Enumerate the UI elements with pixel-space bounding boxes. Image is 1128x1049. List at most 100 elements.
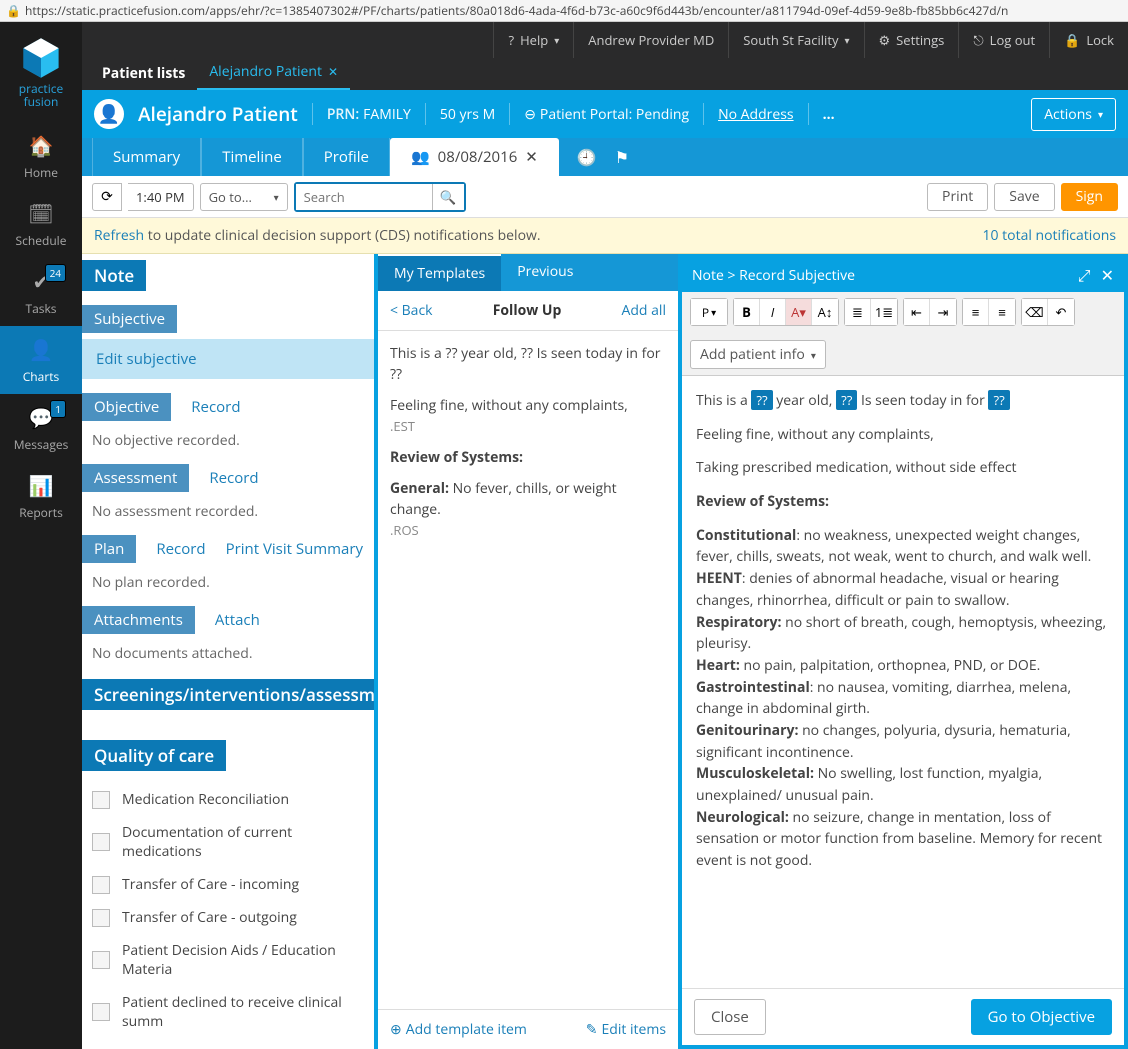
record-plan-link[interactable]: Record (156, 539, 205, 559)
edit-subjective-link[interactable]: Edit subjective (82, 339, 374, 379)
goto-select[interactable]: Go to...▾ (200, 183, 288, 211)
checkbox[interactable] (92, 833, 110, 851)
indent-button[interactable]: ⇥ (930, 299, 956, 325)
editor-panel: Note > Record Subjective ⤢ ✕ P ▾ B I A▾ … (682, 254, 1128, 1049)
checkbox[interactable] (92, 1003, 110, 1021)
search-button[interactable]: 🔍 (432, 184, 464, 210)
goto-objective-button[interactable]: Go to Objective (971, 999, 1112, 1035)
objective-header[interactable]: Objective (82, 393, 171, 421)
undo-button[interactable]: ↶ (1048, 299, 1074, 325)
qoc-item[interactable]: Transfer of Care - outgoing (82, 901, 374, 934)
template-line[interactable]: General: No fever, chills, or weight cha… (390, 478, 666, 541)
paragraph-select[interactable]: P ▾ (691, 299, 727, 325)
assessment-header[interactable]: Assessment (82, 464, 189, 492)
sign-button[interactable]: Sign (1061, 183, 1118, 211)
templates-tab-previous[interactable]: Previous (501, 254, 589, 291)
attachments-header[interactable]: Attachments (82, 606, 195, 634)
editor-title: Note > Record Subjective (692, 266, 855, 285)
lock-link[interactable]: 🔒Lock (1049, 22, 1128, 58)
notifications-link[interactable]: 10 total notifications (983, 226, 1116, 245)
brand-text: practicefusion (19, 82, 63, 108)
tab-summary[interactable]: Summary (92, 138, 201, 176)
facility-menu[interactable]: South St Facility▾ (728, 22, 863, 58)
search-icon: 🔍 (440, 188, 457, 206)
record-objective-link[interactable]: Record (191, 397, 240, 417)
font-size-button[interactable]: A↕ (812, 299, 838, 325)
qoc-item[interactable]: Documentation of current medications (82, 816, 374, 868)
actions-button[interactable]: Actions▾ (1031, 98, 1116, 131)
subjective-header[interactable]: Subjective (82, 305, 177, 333)
merge-field[interactable]: ?? (751, 390, 772, 410)
bold-button[interactable]: B (734, 299, 760, 325)
refresh-link[interactable]: Refresh (94, 226, 144, 245)
qoc-item[interactable]: Transfer of Care - incoming (82, 868, 374, 901)
template-line[interactable]: Feeling fine, without any complaints,.ES… (390, 395, 666, 437)
templates-tab-my[interactable]: My Templates (378, 254, 501, 291)
eraser-button[interactable]: ⌫ (1022, 299, 1048, 325)
close-icon[interactable]: ✕ (328, 63, 338, 80)
close-icon[interactable]: ✕ (525, 147, 538, 167)
align-right-button[interactable]: ≡ (989, 299, 1015, 325)
qoc-item[interactable]: Patient declined to receive clinical sum… (82, 986, 374, 1038)
expand-icon[interactable]: ⤢ (1078, 264, 1091, 286)
align-left-button[interactable]: ≡ (963, 299, 989, 325)
checkbox[interactable] (92, 876, 110, 894)
tab-patient[interactable]: Alejandro Patient✕ (197, 55, 350, 90)
more-menu[interactable]: … (823, 105, 835, 124)
qoc-item[interactable]: Medication Reconciliation (82, 783, 374, 816)
address-link[interactable]: No Address (718, 105, 794, 124)
close-button[interactable]: Close (694, 999, 766, 1035)
search-input[interactable] (296, 184, 432, 210)
merge-field[interactable]: ?? (988, 390, 1009, 410)
tab-patient-lists[interactable]: Patient lists (90, 57, 197, 90)
plan-header[interactable]: Plan (82, 535, 136, 563)
pencil-icon: ✎ (586, 1020, 598, 1039)
logout-icon: ⎋ (973, 31, 983, 49)
template-title: Follow Up (493, 301, 562, 320)
refresh-button[interactable]: ⟳ (92, 183, 122, 211)
tab-profile[interactable]: Profile (303, 138, 390, 176)
templates-back[interactable]: < Back (390, 301, 433, 320)
settings-link[interactable]: ⚙Settings (864, 22, 959, 58)
tab-encounter-date[interactable]: 👥08/08/2016✕ (390, 138, 559, 176)
close-icon[interactable]: ✕ (1101, 264, 1114, 286)
help-menu[interactable]: ?Help▾ (493, 22, 573, 58)
checkbox[interactable] (92, 951, 110, 969)
record-assessment-link[interactable]: Record (209, 468, 258, 488)
tab-timeline[interactable]: Timeline (201, 138, 303, 176)
lock-icon: 🔒 (6, 2, 21, 19)
checkbox[interactable] (92, 909, 110, 927)
print-button[interactable]: Print (927, 183, 988, 211)
screenings-header[interactable]: Screenings/interventions/assessm (82, 679, 374, 710)
nav-reports[interactable]: 📊Reports (0, 462, 82, 530)
ul-button[interactable]: ≣ (845, 299, 871, 325)
patient-portal[interactable]: ⊖Patient Portal: Pending (524, 105, 689, 124)
templates-add-all[interactable]: Add all (622, 301, 666, 320)
print-visit-summary-link[interactable]: Print Visit Summary (226, 539, 363, 559)
history-icon[interactable]: 🕘 (577, 146, 597, 168)
chevron-down-icon: ▾ (811, 348, 816, 362)
qoc-item[interactable]: Patient Decision Aids / Education Materi… (82, 934, 374, 986)
nav-messages[interactable]: 1💬Messages (0, 394, 82, 462)
user-label[interactable]: Andrew Provider MD (573, 22, 728, 58)
add-patient-info-menu[interactable]: Add patient info▾ (690, 340, 826, 369)
logout-link[interactable]: ⎋Log out (958, 22, 1049, 58)
nav-tasks[interactable]: 24✔Tasks (0, 258, 82, 326)
italic-button[interactable]: I (760, 299, 786, 325)
editor-body[interactable]: This is a ?? year old, ?? Is seen today … (682, 376, 1124, 988)
save-button[interactable]: Save (994, 183, 1054, 211)
template-line[interactable]: This is a ?? year old, ?? Is seen today … (390, 343, 666, 385)
attach-link[interactable]: Attach (215, 610, 260, 630)
nav-schedule[interactable]: 🗓Schedule (0, 190, 82, 258)
checkbox[interactable] (92, 791, 110, 809)
ol-button[interactable]: 1≣ (871, 299, 897, 325)
font-color-button[interactable]: A▾ (786, 299, 812, 325)
flag-icon[interactable]: ⚑ (615, 146, 629, 168)
outdent-button[interactable]: ⇤ (904, 299, 930, 325)
edit-template-items-link[interactable]: ✎Edit items (586, 1020, 666, 1039)
nav-home[interactable]: 🏠Home (0, 122, 82, 190)
merge-field[interactable]: ?? (836, 390, 857, 410)
patient-bar: 👤 Alejandro Patient PRN:FAMILY 50 yrs M … (82, 90, 1128, 138)
add-template-item-link[interactable]: ⊕Add template item (390, 1020, 527, 1039)
nav-charts[interactable]: 👤Charts (0, 326, 82, 394)
